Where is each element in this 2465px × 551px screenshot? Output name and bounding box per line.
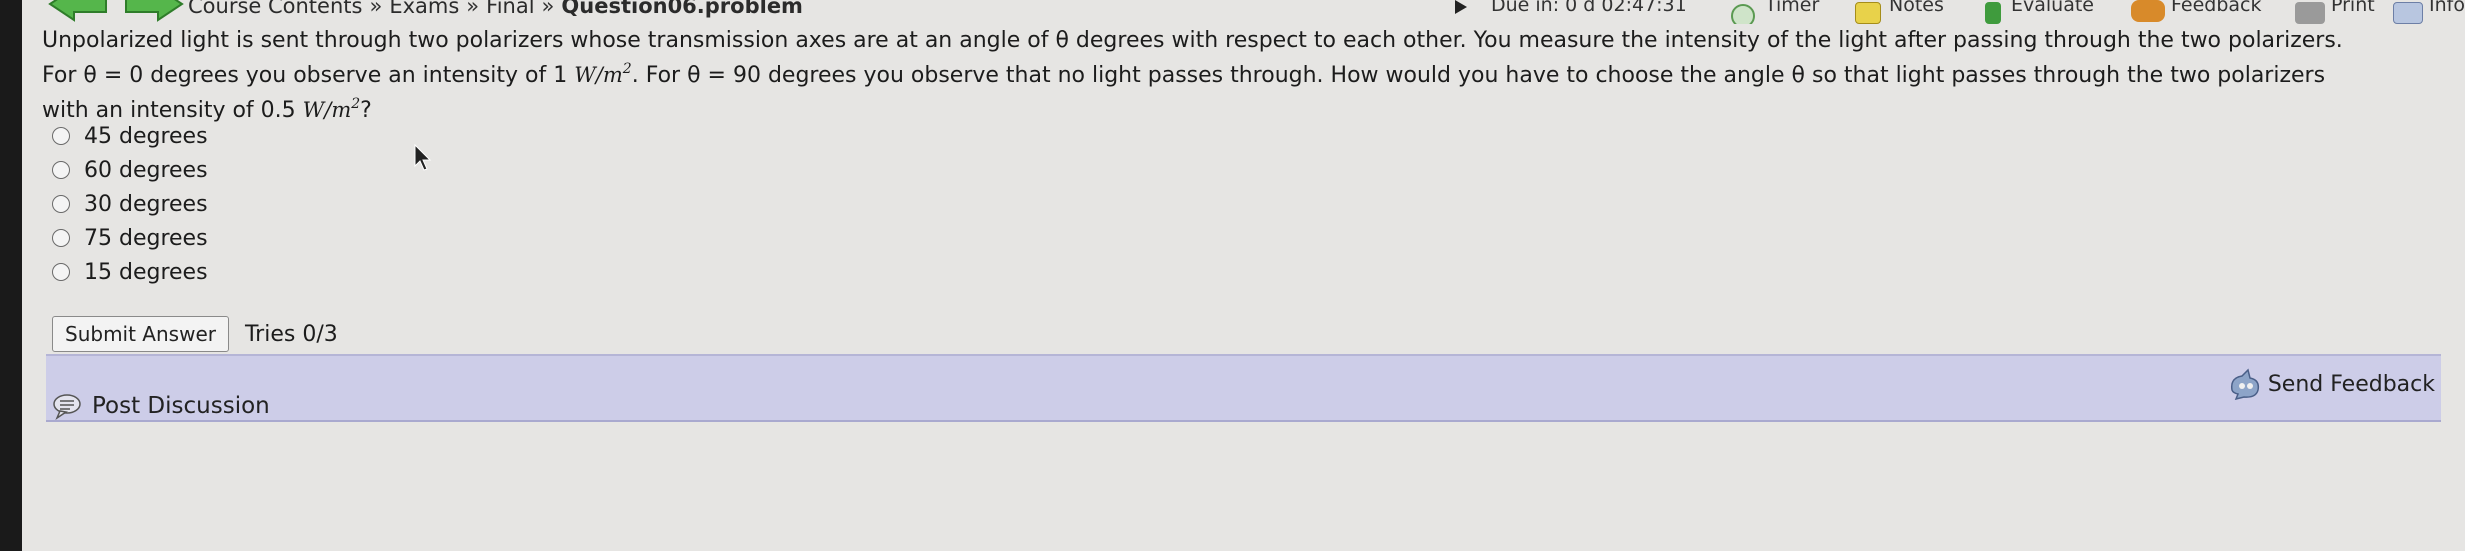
intensity-unit: W/m2	[302, 96, 361, 122]
radio-button[interactable]	[52, 127, 70, 145]
problem-content: Unpolarized light is sent through two po…	[42, 24, 2442, 128]
mouse-cursor-icon	[414, 144, 432, 171]
unit-text: W/m	[574, 63, 623, 87]
radio-button[interactable]	[52, 195, 70, 213]
post-discussion-label: Post Discussion	[92, 393, 270, 419]
problem-line-2-start: For θ = 0 degrees you observe an intensi…	[42, 63, 568, 88]
print-link[interactable]: Print	[2331, 0, 2375, 16]
radio-button[interactable]	[52, 263, 70, 281]
breadcrumb-current: Question06.problem	[561, 0, 803, 18]
unit-exponent: 2	[351, 96, 361, 112]
info-icon[interactable]	[2393, 2, 2423, 24]
problem-line-1: Unpolarized light is sent through two po…	[42, 28, 2343, 53]
option-45-degrees[interactable]: 45 degrees	[52, 119, 208, 153]
problem-statement: Unpolarized light is sent through two po…	[42, 24, 2442, 128]
breadcrumb-final[interactable]: Final	[486, 0, 534, 18]
feedback-link[interactable]: Feedback	[2171, 0, 2261, 16]
notes-link[interactable]: Notes	[1889, 0, 1944, 16]
notes-icon[interactable]	[1855, 2, 1881, 24]
due-countdown: Due in: 0 d 02:47:31	[1491, 0, 1687, 16]
breadcrumb-separator: »	[466, 0, 480, 18]
forward-arrow-icon[interactable]	[124, 0, 184, 22]
submit-row: Submit Answer Tries 0/3	[52, 316, 338, 352]
window-left-edge	[0, 0, 22, 551]
breadcrumb-exams[interactable]: Exams	[389, 0, 459, 18]
radio-button[interactable]	[52, 229, 70, 247]
breadcrumb-separator: »	[369, 0, 383, 18]
option-60-degrees[interactable]: 60 degrees	[52, 153, 208, 187]
radio-button[interactable]	[52, 161, 70, 179]
breadcrumb-course-contents[interactable]: Course Contents	[188, 0, 362, 18]
option-label: 60 degrees	[84, 157, 208, 183]
problem-line-3: with an intensity of 0.5 W/m2?	[42, 93, 2442, 128]
discussion-icon	[53, 394, 81, 420]
evaluate-link[interactable]: Evaluate	[2011, 0, 2094, 16]
top-navigation-bar: Course Contents » Exams » Final » Question06.p…	[22, 0, 2465, 24]
print-icon[interactable]	[2295, 2, 2325, 24]
option-label: 15 degrees	[84, 259, 208, 285]
breadcrumb-separator: »	[541, 0, 555, 18]
toolbar-right: Due in: 0 d 02:47:31 Timer Notes Evaluat…	[1455, 0, 2465, 24]
submit-answer-button[interactable]: Submit Answer	[52, 316, 229, 352]
play-icon	[1455, 0, 1467, 14]
post-discussion-link[interactable]: Post Discussion	[52, 392, 270, 420]
feedback-icon[interactable]	[2131, 0, 2165, 22]
timer-link[interactable]: Timer	[1765, 0, 1819, 16]
problem-line-2: For θ = 0 degrees you observe an intensi…	[42, 58, 2442, 93]
option-label: 45 degrees	[84, 123, 208, 149]
unit-text: W/m	[302, 98, 352, 122]
option-15-degrees[interactable]: 15 degrees	[52, 255, 208, 289]
intensity-unit: W/m2	[574, 61, 632, 87]
back-arrow-icon[interactable]	[48, 0, 108, 22]
feedback-icon	[2230, 368, 2259, 400]
problem-line-3-end: ?	[360, 98, 372, 123]
info-link[interactable]: Info	[2429, 0, 2465, 16]
evaluate-icon[interactable]	[1985, 2, 2001, 24]
discussion-bar: Post Discussion Send Feedback	[46, 354, 2441, 422]
unit-exponent: 2	[622, 61, 632, 77]
option-30-degrees[interactable]: 30 degrees	[52, 187, 208, 221]
option-label: 30 degrees	[84, 191, 208, 217]
answer-options: 45 degrees 60 degrees 30 degrees 75 degr…	[52, 119, 208, 289]
send-feedback-link[interactable]: Send Feedback	[2228, 368, 2435, 400]
option-75-degrees[interactable]: 75 degrees	[52, 221, 208, 255]
timer-icon[interactable]	[1731, 4, 1755, 24]
option-label: 75 degrees	[84, 225, 208, 251]
tries-counter: Tries 0/3	[244, 321, 338, 347]
problem-line-2-end: . For θ = 90 degrees you observe that no…	[631, 63, 2326, 88]
send-feedback-label: Send Feedback	[2267, 371, 2435, 397]
breadcrumb: Course Contents » Exams » Final » Question06.p…	[188, 0, 803, 18]
